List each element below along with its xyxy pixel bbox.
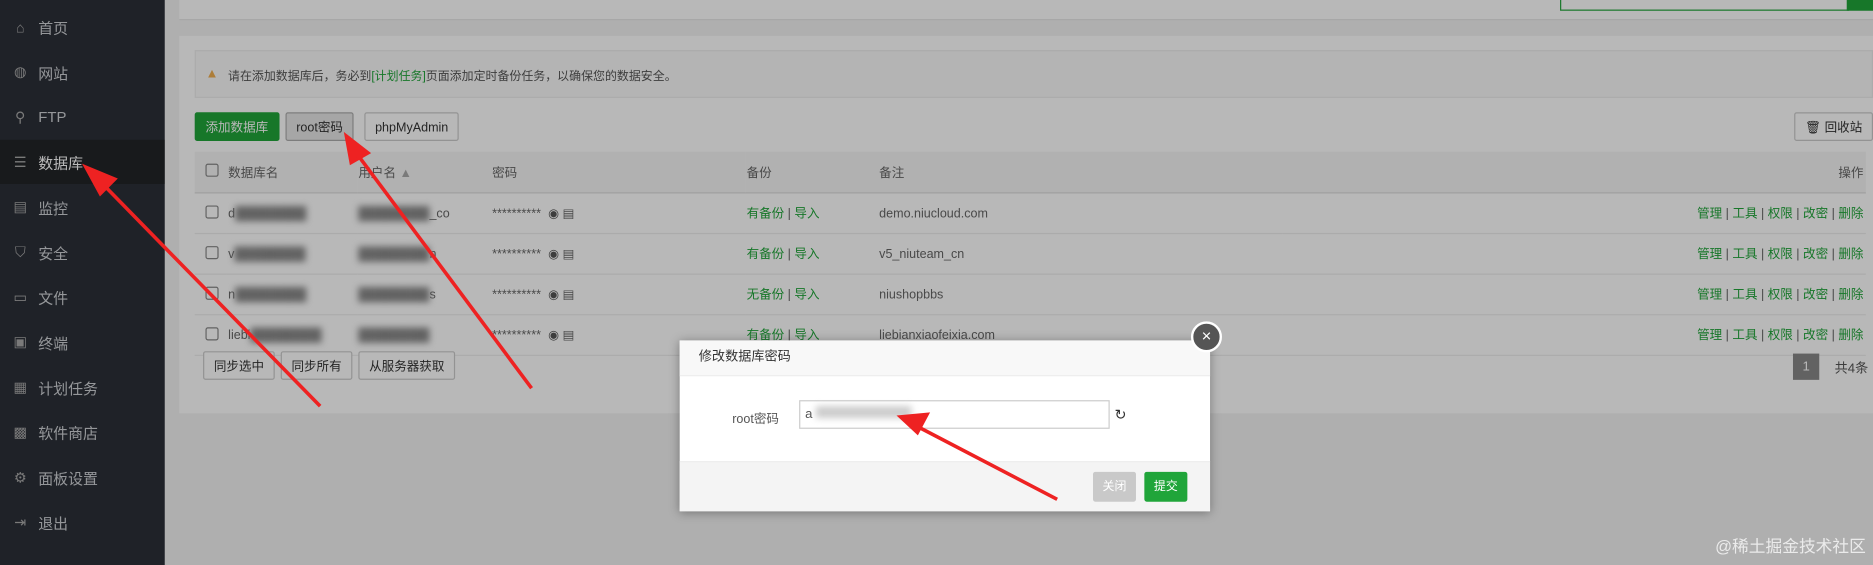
watermark: @稀土掘金技术社区 (1715, 536, 1866, 556)
arrow-to-database (96, 177, 322, 408)
arrow-head (343, 131, 372, 166)
arrow-to-root-button (352, 148, 533, 390)
arrow-to-password-input (914, 423, 1058, 501)
annotation-arrows (81, 131, 1058, 501)
